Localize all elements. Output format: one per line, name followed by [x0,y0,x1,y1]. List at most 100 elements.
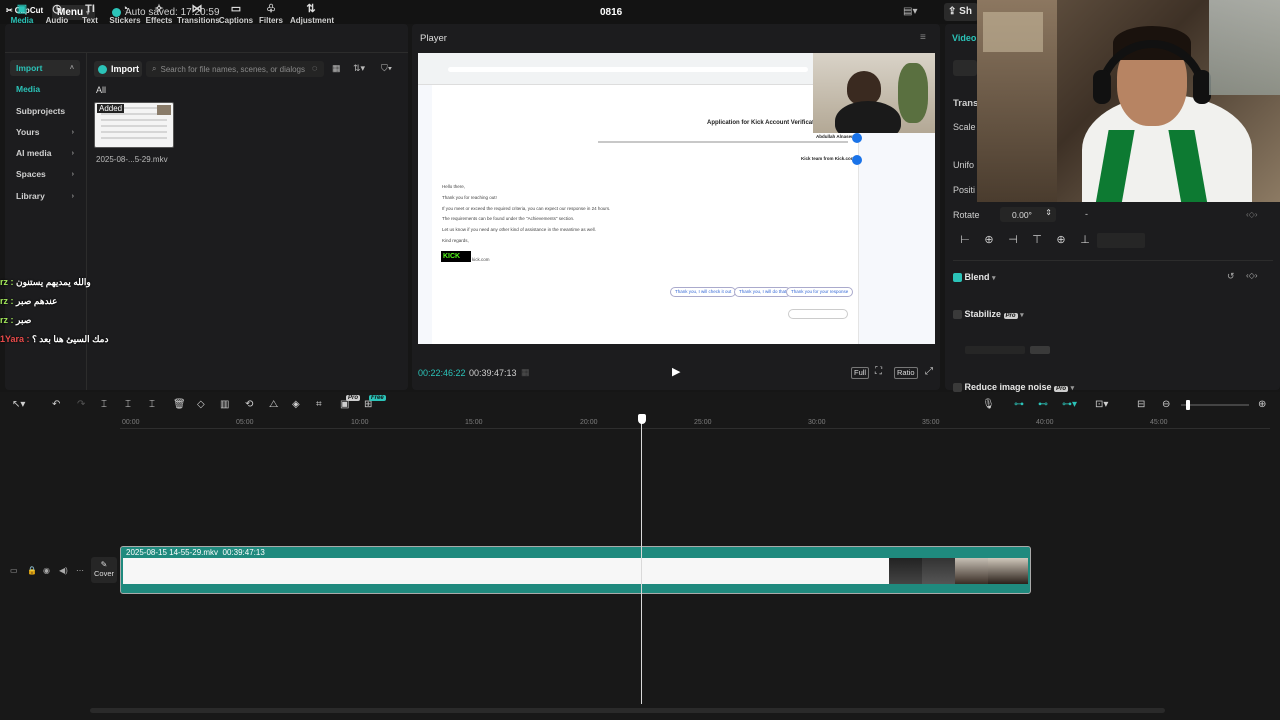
chat-message: 1Yara : دمك السيئ هنا بعد ؟ [0,334,109,344]
lock-icon[interactable]: 🔒 [27,566,37,575]
reset-icon[interactable]: ↺ [1227,271,1235,282]
magnet-snap-icon[interactable]: ⊶ [1014,399,1024,410]
filter-all-label[interactable]: All [96,85,106,95]
project-title[interactable]: 0816 [600,7,622,18]
align-center-v-icon[interactable]: ⊕ [1049,233,1073,248]
layout-icon[interactable]: ▤▾ [903,6,917,17]
undo-icon[interactable]: ↶ [52,399,60,410]
filters-icon: ♧ [266,3,276,15]
fit-icon[interactable]: ⊟ [1137,399,1145,410]
align-top-icon[interactable]: ⊤ [1025,233,1049,248]
chat-message: rz : عندهم صبر [0,296,58,306]
align-center-h-icon[interactable]: ⊕ [977,233,1001,248]
sidebar-item-library[interactable]: Library › [10,188,80,204]
ruler-tick-label: 30:00 [808,419,826,426]
stabilize-toggle[interactable]: Stabilize Pro ▾ [953,309,1024,320]
email-body-line: Kind regards, [442,238,469,243]
speaker-icon[interactable]: ◀) [59,566,68,575]
preview-axis-icon[interactable]: ⊶▾ [1062,399,1077,410]
checkbox-icon[interactable] [953,310,962,320]
align-left-icon[interactable]: ⊢ [953,233,977,248]
tab-effects[interactable]: ✧ Effects [139,2,179,25]
sidebar-item-subprojects[interactable]: Subprojects [10,103,80,119]
stepper-icon[interactable]: ⇕ [1045,208,1052,217]
timecode-grid-icon[interactable]: ▦ [521,367,530,378]
chat-message: rz : والله يمديهم يستنون [0,277,91,287]
redo-icon[interactable]: ↷ [77,399,85,410]
edit-icon: ✎ [100,560,108,569]
zoom-in-icon[interactable]: ⊕ [1258,399,1266,410]
split-left-icon[interactable]: ⌶ [125,399,131,410]
marker-icon[interactable]: ◇ [197,399,205,410]
track-settings-icon[interactable]: ⊡▾ [1095,399,1108,410]
split-right-icon[interactable]: ⌶ [149,399,155,410]
tab-transitions[interactable]: ⋈ Transitions [177,2,220,25]
keyframe-nav-icon[interactable]: ‹◇› [1246,210,1257,219]
play-icon[interactable]: ▶ [672,365,680,378]
zoom-slider-handle[interactable] [1186,400,1190,410]
disabled-pro-badge [1030,346,1050,354]
tab-media[interactable]: ▣ Media [2,2,42,25]
search-input[interactable]: ⌕ Search for file names, scenes, or dialo… [146,61,324,77]
grid-view-icon[interactable]: ▦ [332,63,341,74]
sidebar-item-yours[interactable]: Yours › [10,124,80,140]
checkbox-icon[interactable] [953,383,962,393]
share-button[interactable]: ⇪ Sh [944,3,978,21]
align-bottom-icon[interactable]: ⊥ [1073,233,1097,248]
split-icon[interactable]: ⌶ [101,399,107,410]
media-clip-thumbnail[interactable]: Added [94,102,174,148]
clip-filmstrip-light [123,558,889,584]
smart-reply-chip[interactable]: Thank you, I will check it out [670,287,737,297]
tab-video[interactable]: Video [952,33,976,43]
keyframe-icon[interactable]: ‹◇› [1246,271,1257,280]
track-thumbnail-icon[interactable]: ▭ [10,566,18,575]
smart-reply-chip[interactable]: Thank you, I will do that [734,287,792,297]
ratio-button[interactable]: Ratio [894,367,918,379]
tab-adjustment[interactable]: ⇅ Adjustment [290,2,334,25]
video-clip[interactable]: 2025-08-15 14-55-29.mkv 00:39:47:13 [120,546,1031,594]
link-icon[interactable]: ⊷ [1038,399,1048,410]
reverse-icon[interactable]: ⟲ [245,399,253,410]
export-icon: ⇪ [948,6,957,17]
full-button[interactable]: Full [851,367,870,379]
fullscreen-icon[interactable]: ⤢ [925,366,933,377]
align-right-icon[interactable]: ⊣ [1001,233,1025,248]
hamburger-icon[interactable]: ≡ [920,32,926,43]
sidebar-item-ai-media[interactable]: AI media › [10,145,80,161]
filter-icon[interactable]: ⛉▾ [381,63,392,74]
timeline-scrollbar[interactable] [90,708,1165,713]
more-icon[interactable]: ⋯ [76,566,84,575]
tab-filters[interactable]: ♧ Filters [251,2,291,25]
cover-button[interactable]: ✎ Cover [91,557,117,583]
zoom-out-icon[interactable]: ⊖ [1162,399,1170,410]
crop-icon[interactable]: ⌗ [316,399,322,410]
smart-reply-chip[interactable]: Thank you for your response [786,287,854,297]
tab-captions[interactable]: ▭ Captions [216,2,256,25]
sort-icon[interactable]: ⇅▾ [353,63,365,74]
rotate-input[interactable]: 0.00° ⇕ [1000,207,1056,222]
playhead-handle[interactable] [638,414,646,424]
microphone-icon[interactable]: 🎙 [982,399,995,410]
rotate-icon[interactable]: ◈ [292,399,300,410]
import-button[interactable]: Import [94,61,142,77]
refresh-icon[interactable]: ◌ [312,63,317,73]
mirror-icon[interactable]: ⧍ [269,399,278,410]
freeze-icon[interactable]: ▥ [220,399,229,410]
distribute-buttons[interactable] [1097,233,1145,248]
ruler-tick-label: 00:00 [122,419,140,426]
select-tool-icon[interactable]: ↖▾ [12,399,25,410]
sidebar-item-media[interactable]: Media [10,81,80,97]
zoom-slider[interactable] [1181,404,1249,406]
screenshot-icon[interactable]: ⛶ [875,366,882,377]
eye-icon[interactable]: ◉ [43,566,50,575]
tab-text[interactable]: TI Text [70,2,110,25]
playhead-line[interactable] [641,414,642,704]
rotate-extra-input[interactable]: - [1079,207,1107,222]
checkbox-checked-icon[interactable] [953,273,962,283]
reduce-noise-toggle[interactable]: Reduce image noise Pro ▾ [953,382,1074,393]
blend-toggle[interactable]: Blend ▾ [953,272,996,283]
inspector-sub-tab[interactable] [953,60,977,76]
delete-icon[interactable]: 🗑 [173,399,186,410]
sidebar-item-spaces[interactable]: Spaces › [10,166,80,182]
sidebar-item-import[interactable]: Import ˄ [10,60,80,76]
